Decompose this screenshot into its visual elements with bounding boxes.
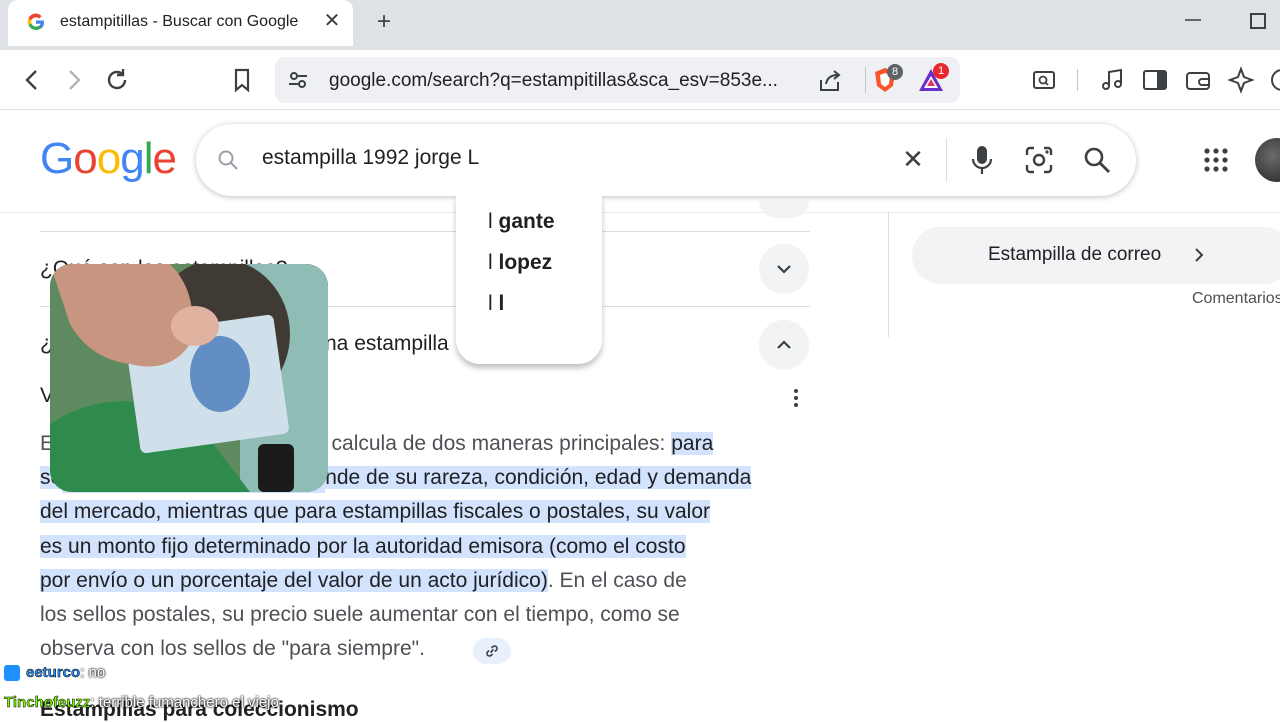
answer-highlight: nde de su rareza, condición, edad y dema… — [325, 466, 752, 489]
new-tab-button[interactable]: + — [370, 8, 398, 36]
tab-title: estampitillas - Buscar con Google — [60, 13, 299, 30]
header-divider — [0, 212, 1280, 213]
autocomplete-dropdown: l gante l lopez l l — [456, 196, 602, 364]
search-submit-icon[interactable] — [1082, 145, 1112, 175]
wallet-icon[interactable] — [1184, 66, 1212, 94]
lens-camera-icon[interactable] — [1024, 145, 1054, 175]
webcam-overlay — [50, 264, 328, 492]
link-icon — [486, 645, 498, 657]
browser-toolbar: google.com/search?q=estampitillas&sca_es… — [0, 50, 1280, 110]
tab-strip: estampitillas - Buscar con Google ✕ + — [0, 0, 1280, 50]
related-search-chip[interactable]: Estampilla de correo — [912, 227, 1280, 284]
source-link-button[interactable] — [473, 638, 511, 664]
omnibox-divider — [865, 67, 866, 93]
answer-text: e calcula de dos maneras principales: — [314, 432, 672, 455]
answer-line: los sellos postales, su precio suele aum… — [40, 603, 680, 626]
minimize-icon[interactable] — [1183, 10, 1203, 30]
browser-tab[interactable]: estampitillas - Buscar con Google ✕ — [8, 0, 353, 46]
address-bar[interactable]: google.com/search?q=estampitillas&sca_es… — [275, 57, 960, 103]
answer-highlight: del mercado, mientras que para estampill… — [40, 500, 710, 523]
rewards-count-badge: 1 — [933, 63, 949, 79]
microphone-icon[interactable] — [968, 144, 996, 176]
sidebar-icon[interactable] — [1141, 66, 1169, 94]
answer-highlight: por envío o un porcentaje del valor de u… — [40, 569, 548, 592]
google-logo[interactable]: Google — [40, 134, 177, 184]
reload-icon[interactable] — [103, 66, 131, 94]
chat-username: eeturco — [26, 664, 81, 682]
bookmark-icon[interactable] — [228, 66, 256, 94]
chat-text: : terrible fumanchero el viejo — [90, 694, 279, 711]
toolbar-divider — [1077, 69, 1078, 91]
question-2-text[interactable]: na estampilla — [325, 332, 449, 356]
url-text: google.com/search?q=estampitillas&sca_es… — [329, 70, 778, 91]
logo-letter: o — [96, 134, 122, 183]
logo-letter: G — [40, 134, 74, 183]
search-icon — [218, 150, 238, 170]
shields-count-badge: 8 — [887, 64, 903, 80]
site-settings-icon[interactable] — [287, 69, 309, 91]
collapse-question-2-button[interactable] — [759, 320, 809, 370]
chat-message: Tinchofeuzz: terrible fumanchero el viej… — [4, 694, 279, 712]
answer-highlight: para — [671, 432, 714, 455]
answer-highlight: es un monto fijo determinado por la auto… — [40, 535, 686, 558]
leo-ai-icon[interactable] — [1227, 66, 1255, 94]
answer-line: por envío o un porcentaje del valor de u… — [40, 566, 687, 596]
close-tab-icon[interactable]: ✕ — [320, 9, 344, 33]
maximize-icon[interactable] — [1250, 13, 1266, 29]
back-icon[interactable] — [18, 66, 46, 94]
search-box[interactable]: estampilla 1992 jorge L ✕ — [196, 124, 1136, 196]
vpn-icon[interactable] — [1268, 66, 1280, 94]
chat-username: Tinchofeuzz — [4, 694, 91, 712]
clear-search-icon[interactable]: ✕ — [898, 144, 928, 174]
expand-question-1-button[interactable] — [759, 244, 809, 294]
chat-badge-icon — [4, 665, 20, 682]
partial-chevron-button[interactable] — [759, 200, 809, 218]
answer-line: es un monto fijo determinado por la auto… — [40, 532, 686, 562]
suggestion-item[interactable]: l l — [488, 292, 504, 316]
searchbox-divider — [946, 138, 947, 182]
chevron-right-icon — [1195, 248, 1204, 262]
answer-line: observa con los sellos de "para siempre"… — [40, 637, 425, 660]
forward-icon[interactable] — [60, 66, 88, 94]
suggestion-completion: lopez — [492, 251, 553, 274]
logo-letter: o — [73, 134, 98, 183]
chat-text: : no — [80, 664, 106, 681]
chevron-down-icon — [777, 265, 791, 274]
question-divider — [40, 231, 810, 232]
music-icon[interactable] — [1098, 66, 1126, 94]
answer-text: . En el caso de — [547, 569, 687, 592]
reader-mode-icon[interactable] — [1030, 66, 1058, 94]
webcam-image — [50, 264, 328, 492]
logo-letter: e — [152, 134, 177, 183]
google-favicon-icon — [27, 13, 44, 31]
chip-label: Estampilla de correo — [988, 244, 1162, 265]
logo-letter: g — [120, 134, 145, 183]
search-input[interactable]: estampilla 1992 jorge L — [262, 146, 479, 170]
chat-message: eeturco: no — [4, 664, 105, 681]
answer-line: del mercado, mientras que para estampill… — [40, 497, 710, 527]
suggestion-completion: gante — [492, 210, 555, 233]
comentarios-link[interactable]: Comentarios — [1192, 290, 1280, 308]
suggestion-item[interactable]: l lopez — [488, 251, 552, 275]
account-avatar[interactable] — [1255, 138, 1280, 182]
google-apps-icon[interactable] — [1202, 146, 1230, 174]
suggestion-item[interactable]: l gante — [488, 210, 555, 234]
suggestion-completion: l — [492, 292, 505, 315]
column-divider — [888, 212, 889, 337]
share-icon[interactable] — [817, 68, 843, 94]
chevron-up-icon — [777, 340, 791, 349]
more-options-icon[interactable] — [786, 386, 806, 410]
